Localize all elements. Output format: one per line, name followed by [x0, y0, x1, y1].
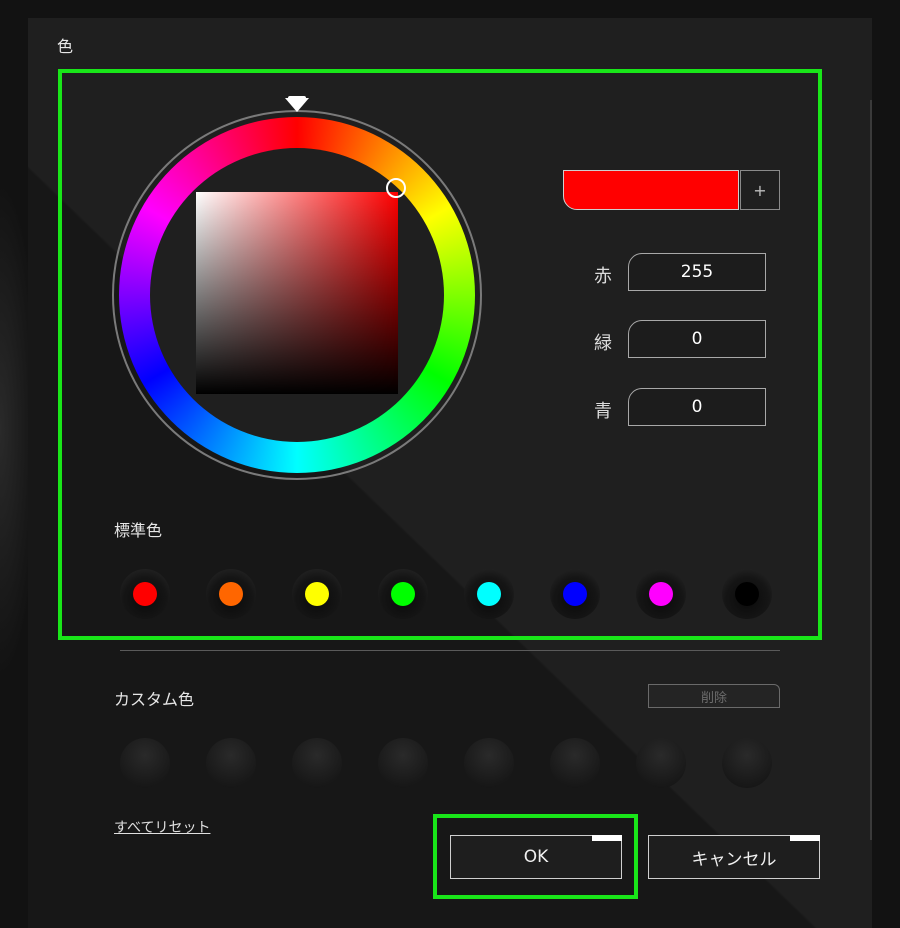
button-corner-accent: [790, 835, 820, 841]
delete-custom-color-button[interactable]: 削除: [648, 684, 780, 708]
dialog-title: 色: [57, 37, 74, 56]
custom-colors-label: カスタム色: [114, 690, 195, 709]
cancel-button-label: キャンセル: [691, 849, 777, 870]
custom-color-slot[interactable]: [464, 738, 514, 788]
custom-color-slot[interactable]: [120, 738, 170, 788]
custom-color-slot[interactable]: [636, 738, 686, 788]
highlight-ok-button: [433, 814, 638, 899]
scrollbar-track: [870, 100, 872, 840]
section-divider: [120, 650, 780, 651]
custom-color-slot[interactable]: [550, 738, 600, 788]
reset-all-link[interactable]: すべてリセット: [114, 817, 210, 837]
custom-color-slot[interactable]: [722, 738, 772, 788]
highlight-color-picker: [58, 69, 822, 640]
custom-color-slot[interactable]: [378, 738, 428, 788]
cancel-button[interactable]: キャンセル: [648, 835, 820, 879]
custom-color-slot[interactable]: [206, 738, 256, 788]
custom-color-slot[interactable]: [292, 738, 342, 788]
